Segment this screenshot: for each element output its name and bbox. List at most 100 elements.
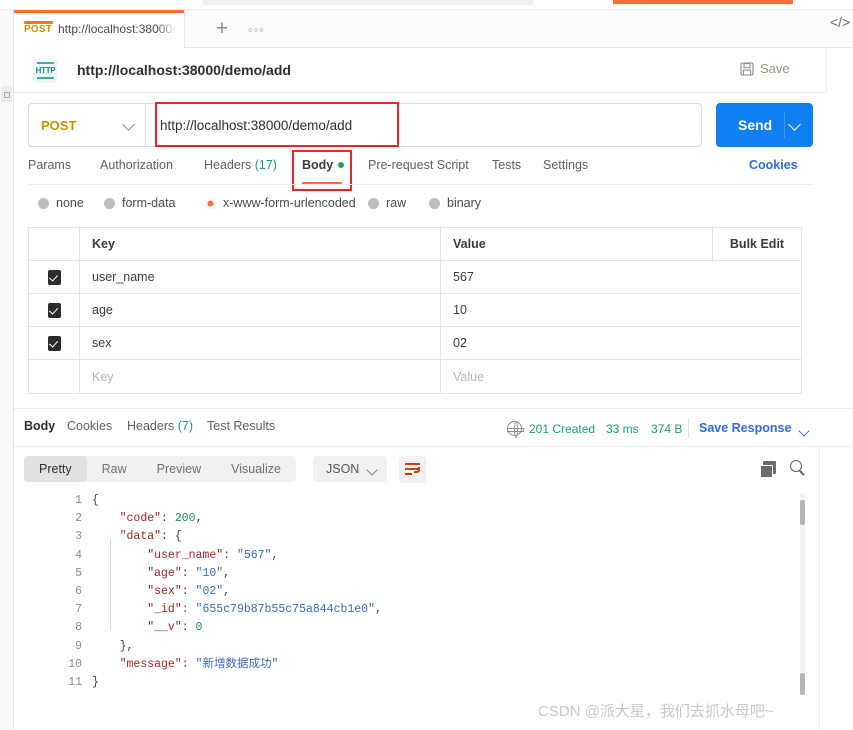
code-line: { [92,492,382,510]
tab-authorization-label: Authorization [100,158,173,172]
request-header-bar: HTTP http://localhost:38000/demo/add Sav… [14,48,826,93]
radio-binary[interactable]: binary [429,196,481,210]
empty-row-key-placeholder: Key [92,369,114,384]
tab-options-icon[interactable]: ◦◦◦ [248,23,270,36]
tab-authorization[interactable]: Authorization [100,158,173,172]
radio-raw[interactable]: raw [368,196,406,210]
response-view-segmented-control: Pretty Raw Preview Visualize [24,456,296,482]
radio-binary-dot-icon [429,197,440,209]
http-method-select[interactable]: POST [28,103,145,147]
page-title: http://localhost:38000/demo/add [77,62,291,78]
url-input[interactable]: http://localhost:38000/demo/add [145,103,702,147]
row-key-cell[interactable]: sex [80,327,441,359]
wrap-lines-toggle[interactable] [399,456,426,483]
empty-row-key-input[interactable]: Key [80,360,441,393]
code-fold-guide [110,539,111,630]
response-tab-cookies[interactable]: Cookies [67,419,112,433]
response-scrollbar-thumb-top[interactable] [800,500,805,525]
row-checkbox[interactable] [47,269,61,285]
line-number: 7 [75,603,82,617]
response-tab-body-label: Body [24,419,56,433]
row-value-cell[interactable]: 02 [441,327,712,359]
code-line: "code": 200, [92,510,382,528]
response-format-select[interactable]: JSON [313,456,387,482]
row-checkbox[interactable] [47,335,61,351]
code-snippet-icon[interactable]: </> [830,14,850,30]
table-row[interactable]: sex 02 [29,327,801,360]
request-tab-active[interactable]: POST http://localhost:38000/d [14,10,185,48]
floppy-disk-icon [740,61,754,76]
tab-params-label: Params [28,158,72,172]
cookies-link[interactable]: Cookies [749,158,798,172]
save-response-chevron-down-icon[interactable] [798,425,810,437]
tab-headers[interactable]: Headers (17) [204,158,277,172]
line-number-gutter: 1 2 3 4 5 6 7 8 9 10 11 [44,492,82,692]
response-scrollbar-thumb-bottom[interactable] [800,673,805,695]
response-body-viewer[interactable]: 1 2 3 4 5 6 7 8 9 10 11 { "code": 200, "data": { "… [14,492,853,692]
tab-tests[interactable]: Tests [492,158,521,172]
response-tab-body[interactable]: Body [24,419,55,433]
row-value-cell[interactable]: 567 [441,261,712,293]
sidebar-toggle-button[interactable] [1,86,12,102]
radio-form-data[interactable]: form-data [104,196,176,210]
row-key-cell[interactable]: user_name [80,261,441,293]
save-response-button[interactable]: Save Response [699,421,791,435]
url-bar: POST http://localhost:38000/demo/add Sen… [28,102,813,147]
table-row[interactable]: age 10 [29,294,801,327]
row-checkbox[interactable] [47,302,61,318]
radio-none-dot-icon [38,197,49,209]
postman-window: POST http://localhost:38000/d + ◦◦◦ HTTP… [0,0,853,730]
send-button[interactable]: Send [716,103,813,147]
row-key-cell[interactable]: age [80,294,441,326]
code-token: "__v" [147,621,182,635]
view-raw-button[interactable]: Raw [87,456,142,482]
url-input-value: http://localhost:38000/demo/add [160,117,353,133]
view-visualize-button[interactable]: Visualize [216,456,296,482]
table-row[interactable]: user_name 567 [29,261,801,294]
send-button-label: Send [738,117,773,133]
line-number: 2 [75,512,82,526]
send-chevron-down-icon[interactable] [788,118,801,131]
tab-pre-request-script[interactable]: Pre-request Script [368,158,469,172]
chevron-down-icon [122,118,135,131]
line-number: 3 [75,530,82,544]
search-icon[interactable] [790,460,802,472]
view-preview-button[interactable]: Preview [142,456,216,482]
code-token: 200 [174,512,196,526]
wrap-icon-arrow [414,467,420,473]
tab-body[interactable]: Body [302,158,345,172]
tab-params[interactable]: Params [28,158,71,172]
code-token: }, [92,639,134,653]
bulk-edit-button[interactable]: Bulk Edit [712,228,801,260]
tab-settings-label: Settings [543,158,589,172]
format-chevron-down-icon [366,464,378,476]
watermark-text: CSDN @派大星，我们去抓水母吧~ [538,703,774,720]
tab-body-label: Body [302,158,334,172]
http-method-label: POST [41,117,77,133]
code-line: "__v": 0 [92,619,382,637]
new-tab-button[interactable]: + [212,18,232,39]
row-actions-cell [712,261,801,293]
save-button[interactable]: Save [740,61,790,76]
tab-settings[interactable]: Settings [543,158,588,172]
table-row-empty[interactable]: Key Value [29,360,801,393]
line-number: 4 [75,548,82,562]
response-tab-headers[interactable]: Headers (7) [127,419,193,433]
row-value-cell[interactable]: 10 [441,294,712,326]
code-token: , [271,548,279,562]
tab-headers-label: Headers [204,158,252,172]
code-token: "message" [119,657,182,671]
window-top-strip [0,0,853,9]
response-size-label: 374 B [651,422,683,436]
empty-row-value-input[interactable]: Value [441,360,712,393]
code-token: , [195,512,203,526]
radio-x-www-form-urlencoded[interactable]: x-www-form-urlencoded [205,196,356,210]
radio-none[interactable]: none [38,196,84,210]
copy-icon[interactable] [760,461,776,478]
view-pretty-button[interactable]: Pretty [24,456,87,482]
code-token: , [223,584,231,598]
code-token: "567" [236,548,272,562]
response-tab-test-results[interactable]: Test Results [207,419,275,433]
